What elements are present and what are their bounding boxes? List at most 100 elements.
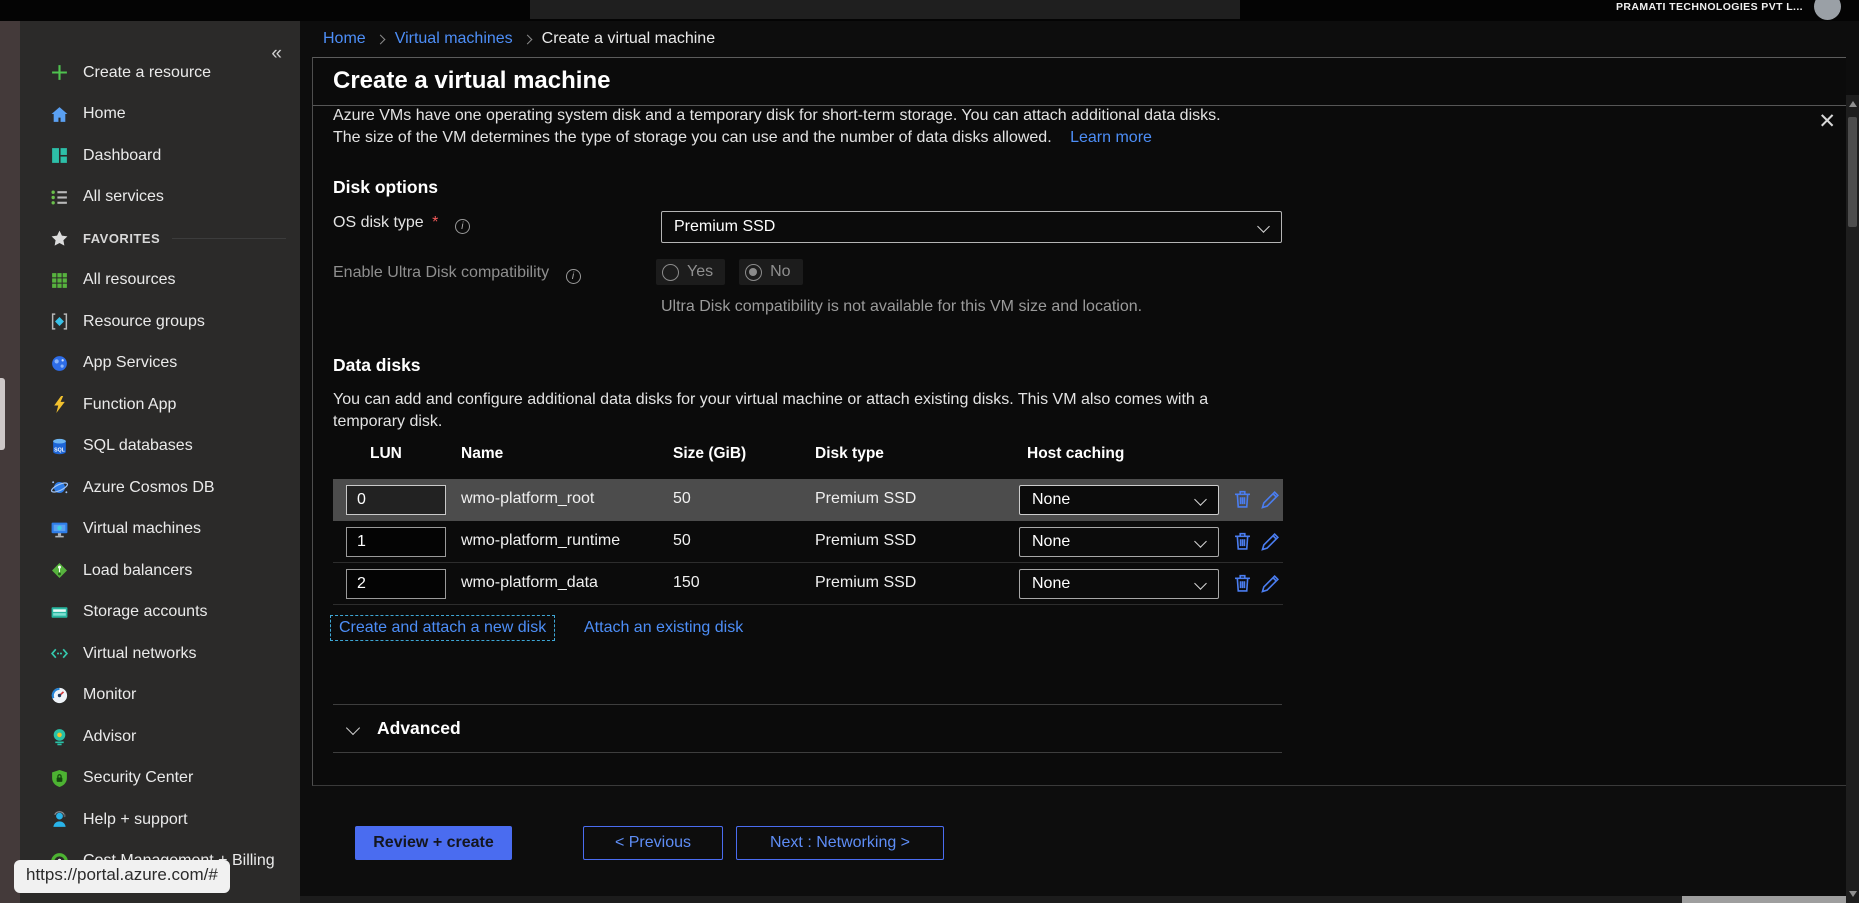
edit-disk-icon[interactable] (1259, 530, 1282, 553)
sidebar: « Create a resource Home Dashboard All s… (20, 21, 300, 903)
info-icon[interactable]: i (455, 219, 470, 234)
radio-unselected-icon (662, 264, 679, 281)
sidebar-item-monitor[interactable]: Monitor (20, 675, 300, 717)
svg-text:SQL: SQL (54, 447, 66, 453)
lun-input[interactable] (346, 485, 446, 515)
review-create-button[interactable]: Review + create (355, 826, 512, 860)
all-resources-icon (50, 271, 69, 290)
account-avatar[interactable] (1814, 0, 1841, 20)
monitor-icon (50, 686, 69, 705)
sidebar-item-label: Home (83, 105, 126, 123)
delete-disk-icon[interactable] (1231, 530, 1254, 553)
top-bar: PRAMATI TECHNOLOGIES PVT L... (0, 0, 1859, 21)
sidebar-item-label: Create a resource (83, 64, 211, 82)
sidebar-item-label: App Services (83, 354, 177, 372)
intro-line2-text: The size of the VM determines the type o… (333, 129, 1052, 146)
chevron-down-icon (1194, 493, 1207, 506)
main-area: Home Virtual machines Create a virtual m… (300, 21, 1859, 903)
virtual-machines-icon (50, 520, 69, 539)
edge-marker (0, 378, 5, 450)
radio-option-no[interactable]: No (739, 259, 802, 285)
sidebar-section-favorites: FAVORITES (20, 218, 300, 260)
scrollbar-thumb[interactable] (1848, 117, 1857, 227)
divider (333, 752, 1282, 753)
sidebar-item-label: SQL databases (83, 437, 193, 455)
breadcrumb-virtual-machines[interactable]: Virtual machines (395, 30, 513, 48)
radio-yes-label: Yes (687, 263, 713, 281)
app-services-icon (50, 354, 69, 373)
radio-option-yes[interactable]: Yes (656, 259, 725, 285)
column-header-disk-type: Disk type (815, 445, 884, 463)
scroll-up-icon[interactable] (1849, 101, 1857, 107)
edit-disk-icon[interactable] (1259, 572, 1282, 595)
sidebar-section-label: FAVORITES (83, 231, 160, 246)
column-header-lun: LUN (370, 445, 402, 463)
sidebar-item-all-resources[interactable]: All resources (20, 260, 300, 302)
host-caching-dropdown[interactable]: None (1019, 527, 1219, 557)
sidebar-item-advisor[interactable]: Advisor (20, 716, 300, 758)
os-disk-type-dropdown[interactable]: Premium SSD (661, 211, 1282, 243)
lun-input[interactable] (346, 569, 446, 599)
security-center-icon (50, 769, 69, 788)
create-attach-disk-link[interactable]: Create and attach a new disk (330, 615, 555, 641)
disk-name: wmo-platform_runtime (461, 532, 620, 550)
info-icon[interactable]: i (566, 269, 581, 284)
next-networking-button[interactable]: Next : Networking > (736, 826, 944, 860)
scroll-down-icon[interactable] (1849, 891, 1857, 897)
all-services-icon (50, 188, 69, 207)
virtual-networks-icon (50, 644, 69, 663)
sidebar-item-security-center[interactable]: Security Center (20, 758, 300, 800)
sidebar-item-function-app[interactable]: Function App (20, 384, 300, 426)
advanced-section-toggle[interactable]: Advanced (377, 718, 461, 739)
sidebar-item-app-services[interactable]: App Services (20, 343, 300, 385)
lun-input[interactable] (346, 527, 446, 557)
delete-disk-icon[interactable] (1231, 572, 1254, 595)
plus-icon (50, 63, 69, 82)
sidebar-item-label: All services (83, 188, 164, 206)
vertical-scrollbar[interactable] (1846, 95, 1859, 903)
scrollbar-thumb[interactable] (1682, 896, 1846, 903)
learn-more-link[interactable]: Learn more (1070, 129, 1152, 146)
os-disk-type-label-text: OS disk type (333, 214, 424, 231)
sidebar-item-home[interactable]: Home (20, 94, 300, 136)
delete-disk-icon[interactable] (1231, 488, 1254, 511)
disk-name: wmo-platform_data (461, 574, 598, 592)
breadcrumb-home[interactable]: Home (323, 30, 366, 48)
disk-type: Premium SSD (815, 574, 916, 592)
sidebar-item-azure-cosmos-db[interactable]: Azure Cosmos DB (20, 467, 300, 509)
sidebar-nav: Create a resource Home Dashboard All ser… (20, 52, 300, 882)
horizontal-scrollbar[interactable] (300, 896, 1846, 903)
home-icon (50, 105, 69, 124)
sidebar-item-virtual-machines[interactable]: Virtual machines (20, 509, 300, 551)
sidebar-item-virtual-networks[interactable]: Virtual networks (20, 633, 300, 675)
host-caching-dropdown[interactable]: None (1019, 569, 1219, 599)
breadcrumb-current: Create a virtual machine (542, 30, 715, 48)
sidebar-item-label: Monitor (83, 686, 136, 704)
star-icon (50, 229, 69, 248)
host-caching-dropdown[interactable]: None (1019, 485, 1219, 515)
sidebar-item-resource-groups[interactable]: Resource groups (20, 301, 300, 343)
table-row: wmo-platform_runtime 50 Premium SSD None (333, 521, 1283, 563)
edit-disk-icon[interactable] (1259, 488, 1282, 511)
sidebar-item-all-services[interactable]: All services (20, 177, 300, 219)
sidebar-item-help-support[interactable]: Help + support (20, 799, 300, 841)
chevron-down-icon (1194, 577, 1207, 590)
sidebar-item-sql-databases[interactable]: SQL SQL databases (20, 426, 300, 468)
disk-type: Premium SSD (815, 532, 916, 550)
sidebar-item-storage-accounts[interactable]: Storage accounts (20, 592, 300, 634)
sidebar-item-load-balancers[interactable]: Load balancers (20, 550, 300, 592)
breadcrumb: Home Virtual machines Create a virtual m… (323, 26, 715, 52)
sidebar-item-dashboard[interactable]: Dashboard (20, 135, 300, 177)
attach-existing-disk-link[interactable]: Attach an existing disk (584, 619, 743, 637)
global-search-bar[interactable] (530, 0, 1240, 19)
previous-button[interactable]: < Previous (583, 826, 723, 860)
chevron-down-icon (1194, 535, 1207, 548)
disk-size: 150 (673, 574, 700, 592)
window-edge (0, 21, 20, 903)
radio-selected-icon (745, 264, 762, 281)
divider (333, 704, 1282, 705)
sidebar-item-label: Storage accounts (83, 603, 208, 621)
chevron-down-icon[interactable] (346, 721, 360, 735)
sidebar-item-label: Security Center (83, 769, 193, 787)
sidebar-item-create-a-resource[interactable]: Create a resource (20, 52, 300, 94)
